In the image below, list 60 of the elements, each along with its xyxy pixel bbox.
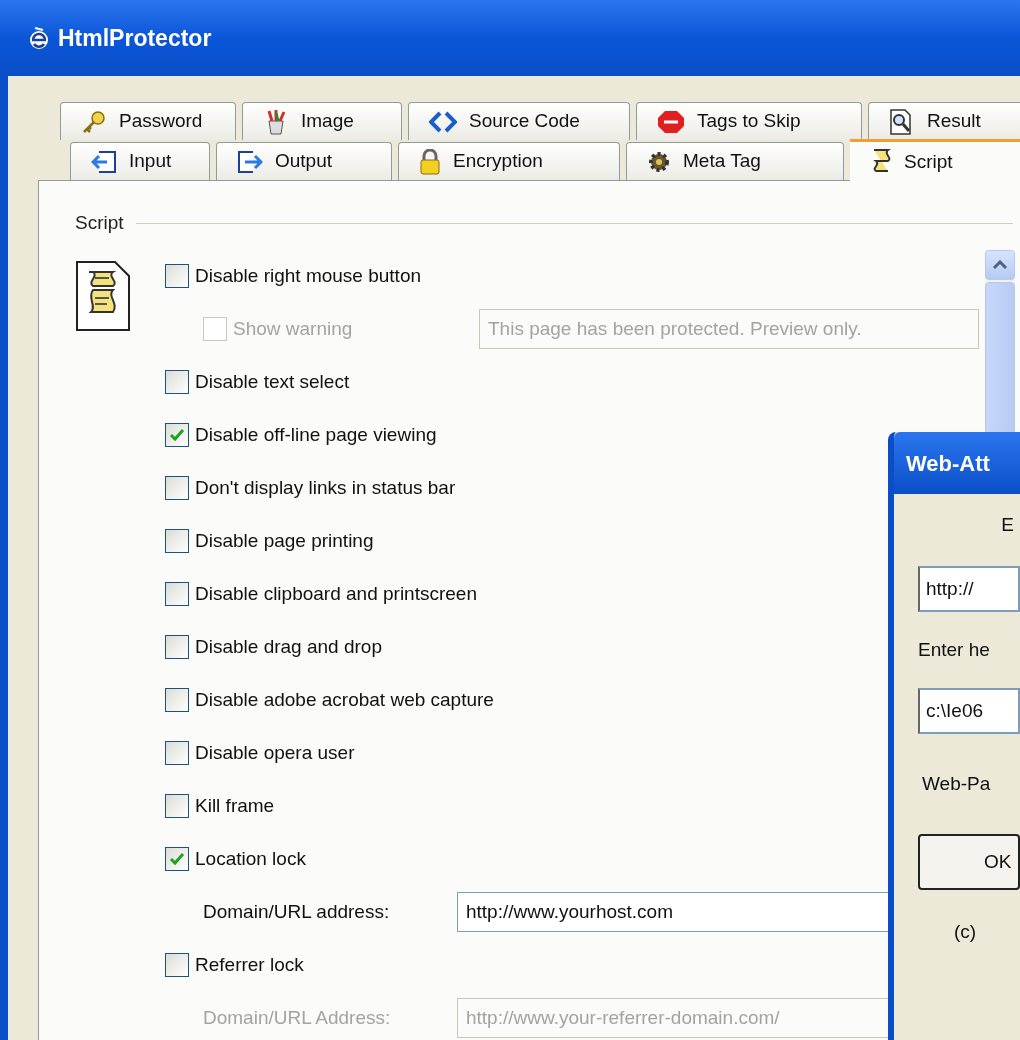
path-field[interactable]: c:\Ie06 xyxy=(918,688,1020,734)
tab[interactable]: Password xyxy=(60,102,236,140)
tab[interactable]: Result xyxy=(868,102,1020,140)
checkbox-label: Disable adobe acrobat web capture xyxy=(195,687,494,712)
tab[interactable]: Encryption xyxy=(398,142,620,180)
tab[interactable]: Input xyxy=(70,142,210,180)
checkbox-label: Disable clipboard and printscreen xyxy=(195,581,477,606)
url-field[interactable]: http:// xyxy=(918,566,1020,612)
window-title: HtmlProtector xyxy=(58,23,212,53)
arrow-out-icon xyxy=(237,149,263,174)
checkmark-icon xyxy=(169,428,185,442)
scroll-up-button[interactable] xyxy=(985,249,1015,280)
group-title: Script xyxy=(75,211,124,235)
checkbox-label: Disable page printing xyxy=(195,528,374,553)
checkbox[interactable] xyxy=(165,423,189,447)
checkbox[interactable] xyxy=(165,529,189,553)
checkbox[interactable] xyxy=(165,476,189,500)
checkbox[interactable] xyxy=(165,953,189,977)
tab[interactable]: Output xyxy=(216,142,392,180)
checkbox-label: Disable drag and drop xyxy=(195,634,382,659)
checkbox[interactable] xyxy=(165,741,189,765)
checkbox[interactable] xyxy=(165,794,189,818)
checkmark-icon xyxy=(169,852,185,866)
chevron-up-icon xyxy=(993,260,1007,269)
checkbox-label: Disable off-line page viewing xyxy=(195,422,437,447)
checkbox[interactable] xyxy=(165,688,189,712)
prompt-text: Enter he xyxy=(918,637,990,662)
checkbox[interactable] xyxy=(165,635,189,659)
tab[interactable]: Image xyxy=(242,102,402,140)
key-icon xyxy=(81,109,107,134)
checkbox[interactable] xyxy=(165,847,189,871)
tab[interactable]: Tags to Skip xyxy=(636,102,862,140)
gear-icon xyxy=(647,149,671,174)
scroll-document-icon xyxy=(75,259,131,332)
field-label: Domain/URL address: xyxy=(203,899,391,924)
tab[interactable]: Meta Tag xyxy=(626,142,844,180)
checkbox-label: Kill frame xyxy=(195,793,275,818)
dialog-label: Web-Pa xyxy=(922,771,991,796)
arrow-in-icon xyxy=(91,149,117,174)
copyright-text: (c) xyxy=(954,919,977,944)
checkbox[interactable] xyxy=(165,264,189,288)
checkbox[interactable] xyxy=(165,370,189,394)
checkbox-label: Disable text select xyxy=(195,369,350,394)
app-icon xyxy=(28,25,50,51)
padlock-icon xyxy=(419,148,441,175)
checkbox-label: Location lock xyxy=(195,846,306,871)
dialog-heading: E xyxy=(1001,512,1014,537)
code-brackets-icon xyxy=(429,110,457,133)
checkbox-label: Show warning xyxy=(233,316,354,341)
checkbox-label: Disable right mouse button xyxy=(195,263,421,288)
field-label: Domain/URL Address: xyxy=(203,1005,392,1030)
tab[interactable]: Script xyxy=(850,139,1020,181)
dialog-title: Web-Att xyxy=(906,449,990,478)
checkbox-label: Referrer lock xyxy=(195,952,304,977)
ok-button[interactable]: OK xyxy=(918,834,1020,890)
tab[interactable]: Source Code xyxy=(408,102,630,140)
checkbox-label: Disable opera user xyxy=(195,740,355,765)
checkbox-label: Don't display links in status bar xyxy=(195,475,456,500)
stop-sign-icon xyxy=(657,109,685,134)
checkbox[interactable] xyxy=(165,582,189,606)
